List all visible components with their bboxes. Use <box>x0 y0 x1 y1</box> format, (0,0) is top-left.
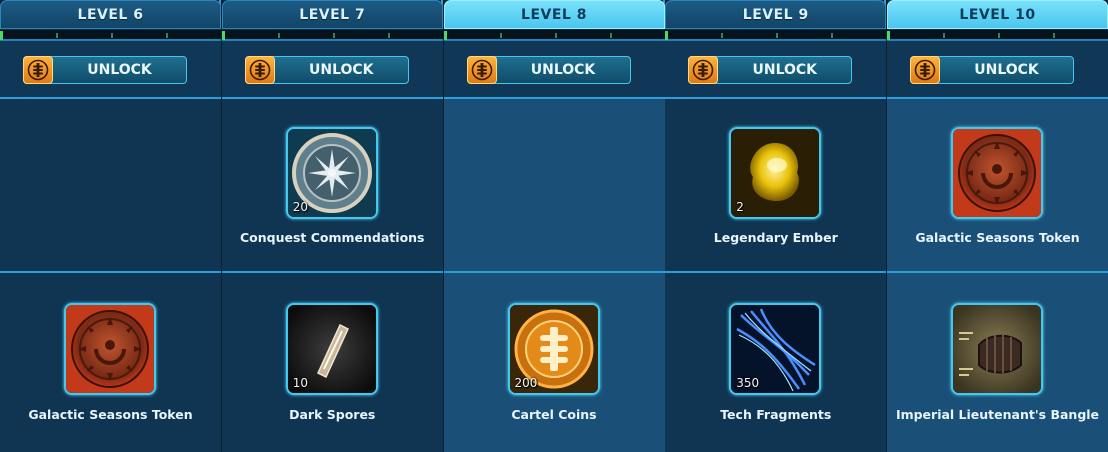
cartel-coin-icon <box>688 56 719 84</box>
unlock-row: UNLOCK <box>665 41 887 99</box>
progress-tick <box>499 33 502 38</box>
level-column-7: LEVEL 7 UNLOCK 20 Conquest Commendations <box>221 0 443 452</box>
level-header: LEVEL 8 <box>443 0 665 29</box>
unlock-label: UNLOCK <box>87 62 152 78</box>
progress-marker <box>0 31 3 40</box>
reward-item[interactable]: 2 <box>729 127 822 219</box>
reward-quantity: 350 <box>736 376 760 390</box>
unlock-button[interactable]: UNLOCK <box>244 56 409 84</box>
progress-tick <box>1053 33 1055 38</box>
reward-slot-upper: 20 Conquest Commendations <box>221 99 443 273</box>
progress-marker <box>443 31 447 40</box>
reward-name: Legendary Ember <box>713 230 838 245</box>
level-label: LEVEL 7 <box>299 6 366 23</box>
progress-tick <box>332 33 335 38</box>
reward-name: Dark Spores <box>289 407 376 422</box>
reward-item[interactable]: 350 <box>729 303 822 395</box>
cartel-coin-icon <box>244 56 275 84</box>
progress-track <box>0 29 221 41</box>
unlock-label: UNLOCK <box>752 62 818 78</box>
reward-slot-lower: Imperial Lieutenant's Bangle <box>887 273 1108 452</box>
reward-name: Galactic Seasons Token <box>915 230 1080 245</box>
reward-name: Cartel Coins <box>511 407 597 422</box>
progress-tick <box>166 33 168 38</box>
progress-tick <box>943 33 945 38</box>
level-column-6: LEVEL 6 UNLOCK Galactic Seasons Token <box>0 0 221 452</box>
level-header: LEVEL 7 <box>221 0 443 29</box>
progress-tick <box>721 33 724 38</box>
level-label: LEVEL 10 <box>959 6 1036 23</box>
cartel-coin-icon <box>910 56 940 84</box>
progress-marker <box>887 31 890 40</box>
reward-item[interactable]: 10 <box>285 303 378 395</box>
reward-slot-lower: Galactic Seasons Token <box>0 273 221 452</box>
reward-slot-lower: 350 Tech Fragments <box>665 273 887 452</box>
level-column-10: LEVEL 10 UNLOCK Galactic Seasons Token I… <box>887 0 1108 452</box>
progress-tick <box>111 33 113 38</box>
level-label: LEVEL 8 <box>521 6 587 23</box>
level-header: LEVEL 9 <box>665 0 887 29</box>
progress-marker <box>665 31 669 40</box>
progress-marker <box>221 31 225 40</box>
reward-quantity: 20 <box>292 200 309 214</box>
unlock-button[interactable]: UNLOCK <box>23 56 187 84</box>
reward-name: Galactic Seasons Token <box>28 407 193 422</box>
unlock-label: UNLOCK <box>530 62 596 78</box>
reward-quantity: 10 <box>292 376 309 390</box>
progress-tick <box>776 33 779 38</box>
reward-item[interactable] <box>951 127 1043 219</box>
unlock-row: UNLOCK <box>887 41 1108 99</box>
season-track: LEVEL 6 UNLOCK Galactic Seasons Token LE… <box>0 0 1108 452</box>
reward-name: Tech Fragments <box>720 407 832 422</box>
reward-item[interactable] <box>951 303 1043 395</box>
reward-item[interactable]: 200 <box>507 303 600 395</box>
reward-item[interactable]: 20 <box>285 127 378 219</box>
level-label: LEVEL 9 <box>742 6 809 23</box>
level-header: LEVEL 10 <box>887 0 1108 29</box>
cartel-coin-icon <box>466 56 497 84</box>
cartel-coin-icon <box>23 56 53 84</box>
progress-track <box>443 29 665 41</box>
reward-slot-upper <box>443 99 665 273</box>
progress-track <box>221 29 443 41</box>
unlock-button[interactable]: UNLOCK <box>910 56 1074 84</box>
level-header: LEVEL 6 <box>0 0 221 29</box>
progress-track <box>665 29 887 41</box>
reward-slot-upper: 2 Legendary Ember <box>665 99 887 273</box>
progress-tick <box>387 33 390 38</box>
unlock-label: UNLOCK <box>308 62 374 78</box>
reward-quantity: 200 <box>514 376 538 390</box>
reward-name: Conquest Commendations <box>239 230 425 245</box>
progress-tick <box>998 33 1000 38</box>
progress-tick <box>277 33 280 38</box>
reward-quantity: 2 <box>736 200 744 214</box>
reward-slot-lower: 10 Dark Spores <box>221 273 443 452</box>
progress-tick <box>609 33 612 38</box>
level-column-8: LEVEL 8 UNLOCK 200 Cartel Coins <box>443 0 665 452</box>
unlock-row: UNLOCK <box>0 41 221 99</box>
unlock-row: UNLOCK <box>221 41 443 99</box>
reward-slot-upper <box>0 99 221 273</box>
progress-tick <box>56 33 58 38</box>
progress-tick <box>831 33 834 38</box>
progress-track <box>887 29 1108 41</box>
reward-item[interactable] <box>64 303 156 395</box>
progress-tick <box>554 33 557 38</box>
level-label: LEVEL 6 <box>77 6 144 23</box>
level-column-9: LEVEL 9 UNLOCK 2 Legendary Ember 350 Tec… <box>665 0 887 452</box>
reward-slot-upper: Galactic Seasons Token <box>887 99 1108 273</box>
unlock-button[interactable]: UNLOCK <box>466 56 631 84</box>
unlock-button[interactable]: UNLOCK <box>688 56 853 84</box>
reward-name: Imperial Lieutenant's Bangle <box>895 407 1100 422</box>
reward-slot-lower: 200 Cartel Coins <box>443 273 665 452</box>
unlock-row: UNLOCK <box>443 41 665 99</box>
unlock-label: UNLOCK <box>974 62 1039 78</box>
